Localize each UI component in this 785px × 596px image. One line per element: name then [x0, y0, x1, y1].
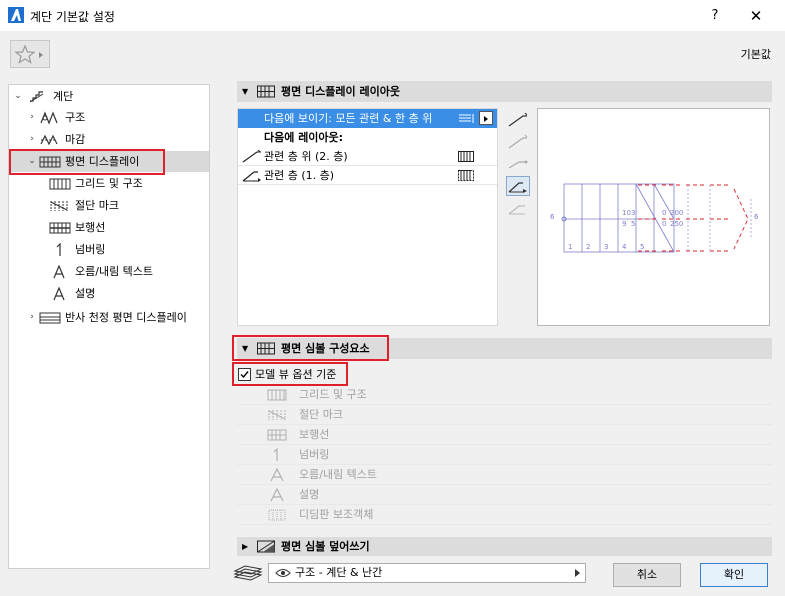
archicad-app-icon [8, 7, 24, 23]
svg-text:1: 1 [568, 243, 572, 251]
component-row-grid: 그리드 및 구조 [237, 385, 772, 405]
stair-home-story-icon[interactable] [506, 176, 530, 196]
stair-2d-above-icon[interactable] [506, 110, 530, 130]
structure-icon [40, 111, 58, 125]
default-label: 기본값 [740, 48, 771, 61]
grid-icon [458, 151, 474, 162]
stair-above-icon [242, 150, 261, 163]
text-a-icon [270, 468, 284, 482]
tree-item-description[interactable]: 설명 [49, 284, 95, 304]
component-row-break-mark: 절단 마크 [237, 405, 772, 425]
tree-item-numbering[interactable]: 넘버링 [49, 240, 105, 260]
text-a-icon [53, 265, 65, 279]
layout-row-story-above[interactable]: 관련 층 위 (2. 층) [238, 147, 497, 166]
svg-text:4: 4 [622, 243, 627, 251]
collapse-arrow-icon: ▼ [242, 87, 249, 96]
numbering-icon [273, 448, 278, 461]
chevron-right-icon[interactable]: › [27, 134, 37, 144]
symbol-component-list: 그리드 및 구조 절단 마크 보행선 넘버링 오름/내림 텍스트 설명 디딤판 … [237, 385, 772, 525]
tree-item-rcp-display[interactable]: 반사 천정 평면 디스플레이 [39, 308, 187, 328]
tree-item-updown-text[interactable]: 오름/내림 텍스트 [49, 262, 153, 282]
stair-home-icon [242, 171, 261, 182]
plan-display-icon [257, 85, 275, 98]
svg-text:3: 3 [604, 243, 608, 251]
break-mark-icon [458, 170, 474, 181]
svg-text:6: 6 [754, 213, 759, 221]
plan-layout-header[interactable]: ▼ 평면 디스플레이 레이아웃 [237, 81, 772, 102]
help-button[interactable]: ? [700, 4, 730, 28]
numbering-icon [56, 243, 61, 256]
chevron-right-icon[interactable]: › [27, 112, 37, 122]
chevron-right-icon [575, 569, 580, 577]
tree-item-stair[interactable]: 계단 [27, 87, 73, 107]
layout-for-label: 다음에 레이아웃: [264, 131, 344, 144]
rcp-display-icon [39, 312, 61, 324]
close-button[interactable]: ✕ [738, 4, 774, 28]
layout-row-home-story[interactable]: 관련 층 (1. 층) [238, 166, 497, 185]
view-type-toolbar [506, 110, 532, 220]
eye-icon [275, 569, 291, 577]
text-a-icon [53, 287, 65, 301]
highlight-symbol-header [232, 335, 389, 361]
stair-2d-above-muted-icon[interactable] [506, 132, 530, 152]
show-on-dropdown[interactable]: 다음에 보이기: 모든 관련 & 한 층 위 [238, 109, 497, 128]
tree-item-walking-line[interactable]: 보행선 [49, 218, 105, 238]
svg-text:5: 5 [640, 243, 644, 251]
svg-text:250: 250 [670, 220, 683, 228]
text-a-icon [270, 488, 284, 502]
favorites-button[interactable] [10, 40, 50, 68]
svg-text:3: 3 [631, 209, 635, 217]
cancel-button[interactable]: 취소 [613, 563, 681, 587]
expand-arrow-icon: ▶ [242, 542, 249, 551]
override-icon [257, 540, 275, 553]
svg-text:10: 10 [622, 209, 631, 217]
svg-text:9: 9 [622, 220, 626, 228]
svg-text:6: 6 [550, 213, 555, 221]
plan-preview: 10 3 9 5 0 200 0 250 6 6 1 2 3 4 5 [537, 108, 770, 326]
plan-layout-list: 다음에 보이기: 모든 관련 & 한 층 위 다음에 레이아웃: 관련 층 위 … [237, 108, 498, 326]
component-row-description: 설명 [237, 485, 772, 505]
svg-text:200: 200 [670, 209, 683, 217]
chevron-right-icon[interactable]: › [27, 312, 37, 322]
tree-item-break-mark[interactable]: 절단 마크 [49, 196, 119, 216]
title-bar: 계단 기본값 설정 ? ✕ [0, 0, 785, 31]
model-view-options-icon[interactable] [233, 563, 263, 583]
stair-below-icon[interactable] [506, 200, 530, 220]
component-row-updown-text: 오름/내림 텍스트 [237, 465, 772, 485]
dropdown-arrow-icon[interactable] [479, 111, 493, 125]
component-row-tread-subelement: 디딤판 보조객체 [237, 505, 772, 525]
window-title: 계단 기본값 설정 [30, 10, 115, 24]
tree-item-structure[interactable]: 구조 [39, 108, 85, 128]
svg-text:0: 0 [662, 220, 666, 228]
grid-icon [267, 389, 287, 401]
highlight-plan-display-tree [9, 149, 165, 175]
walking-line-icon [267, 429, 287, 441]
break-mark-icon [268, 410, 286, 420]
symbol-override-header[interactable]: ▶ 평면 심볼 덮어쓰기 [237, 537, 772, 556]
svg-text:5: 5 [631, 220, 635, 228]
svg-text:0: 0 [662, 209, 666, 217]
component-row-numbering: 넘버링 [237, 445, 772, 465]
walking-line-icon [49, 222, 71, 234]
stair-walkline-icon[interactable] [506, 154, 530, 174]
ok-button[interactable]: 확인 [700, 563, 768, 587]
tread-icon [268, 509, 286, 521]
tree-item-grid-structure[interactable]: 그리드 및 구조 [49, 174, 143, 194]
highlight-model-view-checkbox [232, 362, 348, 386]
svg-text:2: 2 [586, 243, 590, 251]
finish-icon [40, 134, 58, 146]
chevron-down-icon[interactable]: ⌄ [13, 91, 23, 101]
tree-item-finish[interactable]: 마감 [39, 130, 85, 150]
star-icon [14, 44, 43, 64]
component-row-walking-line: 보행선 [237, 425, 772, 445]
stair-icon [29, 91, 44, 103]
model-view-select[interactable]: 구조 - 계단 & 난간 [268, 563, 586, 583]
story-icon [459, 114, 474, 123]
break-mark-icon [50, 201, 68, 211]
stair-plan-preview-image: 10 3 9 5 0 200 0 250 6 6 1 2 3 4 5 [550, 183, 759, 253]
grid-icon [49, 178, 71, 190]
